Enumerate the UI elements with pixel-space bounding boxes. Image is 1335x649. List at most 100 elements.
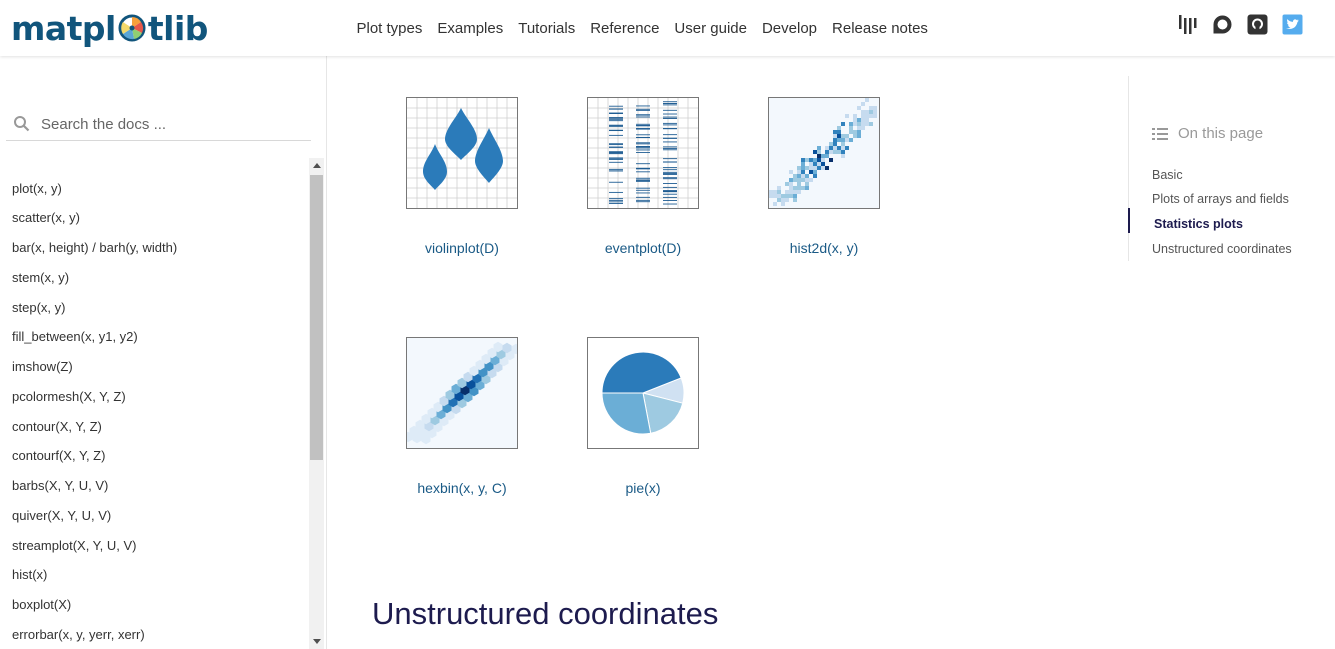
hist2d-bin xyxy=(789,178,793,182)
hist2d-bin xyxy=(845,134,849,138)
toc-item-unstructured-coordinates[interactable]: Unstructured coordinates xyxy=(1152,242,1292,256)
sidebar-item-barbs[interactable]: barbs(X, Y, U, V) xyxy=(12,478,108,493)
toc-item-basic[interactable]: Basic xyxy=(1152,168,1183,182)
sidebar-item-bar[interactable]: bar(x, height) / barh(y, width) xyxy=(12,240,177,255)
sidebar-scrollbar[interactable] xyxy=(309,158,324,649)
hist2d-bin xyxy=(833,150,837,154)
hist2d-bin xyxy=(841,142,845,146)
hist2d-bin xyxy=(833,134,837,138)
hist2d-bin xyxy=(769,190,773,194)
scrollbar-thumb[interactable] xyxy=(310,175,323,460)
gallery-card-pie[interactable]: pie(x) xyxy=(553,337,733,496)
hist2d-bin xyxy=(833,146,837,150)
header-icons xyxy=(1177,14,1303,35)
hist2d-bin xyxy=(865,98,869,102)
hist2d-bin xyxy=(805,174,809,178)
nav-plot-types[interactable]: Plot types xyxy=(357,20,423,37)
hist2d-bin xyxy=(861,122,865,126)
gallery-card-eventplot[interactable]: eventplot(D) xyxy=(553,97,733,256)
gallery-card-hexbin[interactable]: hexbin(x, y, C) xyxy=(372,337,552,496)
twitter-icon[interactable] xyxy=(1282,14,1303,35)
hist2d-bin xyxy=(777,186,781,190)
search-input[interactable] xyxy=(39,114,293,134)
hist2d-bin xyxy=(809,158,813,162)
hist2d-bin xyxy=(853,118,857,122)
sidebar-item-pcolormesh[interactable]: pcolormesh(X, Y, Z) xyxy=(12,389,126,404)
gallery-link-violinplot[interactable]: violinplot(D) xyxy=(372,240,552,256)
sidebar-item-fill-between[interactable]: fill_between(x, y1, y2) xyxy=(12,329,138,344)
sidebar-item-contourf[interactable]: contourf(X, Y, Z) xyxy=(12,448,105,463)
nav-develop[interactable]: Develop xyxy=(762,20,817,37)
sidebar-item-quiver[interactable]: quiver(X, Y, U, V) xyxy=(12,508,111,523)
gallery-card-violinplot[interactable]: violinplot(D) xyxy=(372,97,552,256)
nav-reference[interactable]: Reference xyxy=(590,20,659,37)
hist2d-bin xyxy=(817,166,821,170)
hist2d-bin xyxy=(817,150,821,154)
hist2d-bin xyxy=(817,162,821,166)
hist2d-bin xyxy=(789,190,793,194)
sidebar-item-plot[interactable]: plot(x, y) xyxy=(12,181,62,196)
sidebar-item-boxplot[interactable]: boxplot(X) xyxy=(12,597,71,612)
hist2d-bin xyxy=(833,130,837,134)
thumbnail-eventplot[interactable] xyxy=(587,97,699,209)
sidebar-item-imshow[interactable]: imshow(Z) xyxy=(12,359,73,374)
gitter-icon[interactable] xyxy=(1177,14,1198,35)
hist2d-bin xyxy=(865,122,869,126)
hist2d-bin xyxy=(805,186,809,190)
nav-user-guide[interactable]: User guide xyxy=(674,20,747,37)
thumbnail-violinplot[interactable] xyxy=(406,97,518,209)
hist2d-bin xyxy=(869,122,873,126)
scroll-up-arrow-icon[interactable] xyxy=(309,158,324,173)
sidebar-item-stem[interactable]: stem(x, y) xyxy=(12,270,69,285)
hist2d-bin xyxy=(817,158,821,162)
hist2d-bin xyxy=(865,110,869,114)
hist2d-bin xyxy=(837,134,841,138)
gallery-card-hist2d[interactable]: hist2d(x, y) xyxy=(734,97,914,256)
sidebar-item-contour[interactable]: contour(X, Y, Z) xyxy=(12,419,102,434)
gallery-link-eventplot[interactable]: eventplot(D) xyxy=(553,240,733,256)
scroll-down-arrow-icon[interactable] xyxy=(309,634,324,649)
hist2d-bin xyxy=(873,106,877,110)
hist2d-bin xyxy=(849,130,853,134)
sidebar-item-scatter[interactable]: scatter(x, y) xyxy=(12,210,80,225)
sidebar-item-hist[interactable]: hist(x) xyxy=(12,567,47,582)
hist2d-bin xyxy=(777,190,781,194)
hist2d-bin xyxy=(841,150,845,154)
thumbnail-pie[interactable] xyxy=(587,337,699,449)
sidebar-item-streamplot[interactable]: streamplot(X, Y, U, V) xyxy=(12,538,137,553)
gallery-link-pie[interactable]: pie(x) xyxy=(553,480,733,496)
github-icon[interactable] xyxy=(1247,14,1268,35)
hist2d-bin xyxy=(793,174,797,178)
toc-item-statistics-plots[interactable]: Statistics plots xyxy=(1154,217,1243,231)
hist2d-bin xyxy=(785,190,789,194)
hist2d-thumbnail-image xyxy=(769,98,879,208)
sidebar-item-step[interactable]: step(x, y) xyxy=(12,300,65,315)
thumbnail-hexbin[interactable] xyxy=(406,337,518,449)
nav-examples[interactable]: Examples xyxy=(437,20,503,37)
hexbin-thumbnail-image xyxy=(407,338,517,448)
sidebar-item-errorbar[interactable]: errorbar(x, y, yerr, xerr) xyxy=(12,627,145,642)
hist2d-bin xyxy=(793,178,797,182)
toc-heading-label: On this page xyxy=(1178,125,1264,142)
matplotlib-logo[interactable]: matpl tlib xyxy=(11,8,208,48)
gallery-link-hist2d[interactable]: hist2d(x, y) xyxy=(734,240,914,256)
hist2d-bin xyxy=(825,166,829,170)
hist2d-bin xyxy=(849,122,853,126)
hist2d-bin xyxy=(801,158,805,162)
hist2d-bin xyxy=(861,118,865,122)
toc-item-plots-of-arrays[interactable]: Plots of arrays and fields xyxy=(1152,192,1289,206)
violin-shape xyxy=(475,128,503,183)
thumbnail-hist2d[interactable] xyxy=(768,97,880,209)
toc-active-indicator xyxy=(1128,208,1130,233)
section-heading-unstructured-coordinates: Unstructured coordinates xyxy=(372,596,719,631)
hist2d-bin xyxy=(813,166,817,170)
gallery-link-hexbin[interactable]: hexbin(x, y, C) xyxy=(372,480,552,496)
discourse-icon[interactable] xyxy=(1212,14,1233,35)
hist2d-bin xyxy=(801,174,805,178)
hist2d-bin xyxy=(857,126,861,130)
nav-release-notes[interactable]: Release notes xyxy=(832,20,928,37)
nav-tutorials[interactable]: Tutorials xyxy=(518,20,575,37)
hist2d-bin xyxy=(861,126,865,130)
hist2d-bin xyxy=(773,190,777,194)
hist2d-bin xyxy=(869,106,873,110)
